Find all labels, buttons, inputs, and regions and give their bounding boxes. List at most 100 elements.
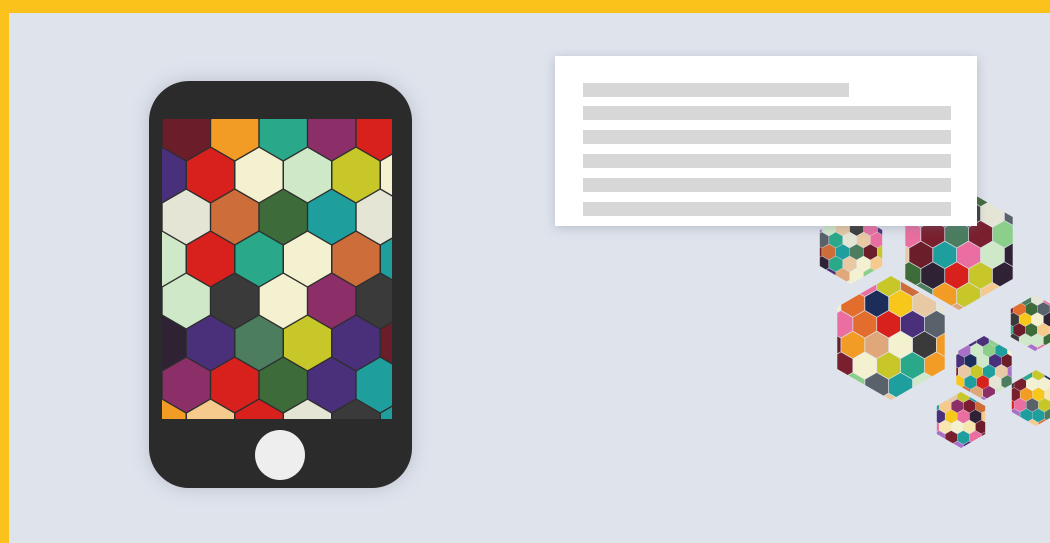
- mosaic-hexagon: [1011, 387, 1020, 402]
- mosaic-hexagon: [958, 343, 971, 358]
- mosaic-hexagon: [951, 420, 964, 434]
- mosaic-hexagon: [980, 282, 1004, 310]
- mosaic-hexagon: [936, 420, 939, 434]
- mosaic-hexagon: [975, 441, 986, 448]
- placeholder-line: [583, 106, 951, 120]
- mosaic-hexagon: [870, 232, 883, 248]
- mosaic-hexagon: [988, 420, 1000, 434]
- mosaic-hexagon: [1011, 398, 1014, 412]
- mosaic-hexagon: [837, 331, 841, 359]
- mosaic-hexagon: [829, 280, 843, 284]
- mosaic-hexagon: [1017, 188, 1040, 206]
- mosaic-hexagon: [841, 331, 865, 359]
- mosaic-hexagon: [945, 303, 969, 310]
- mosaic-hexagon: [829, 256, 843, 272]
- mosaic-hexagon: [1025, 344, 1038, 351]
- mosaic-hexagon: [1014, 398, 1026, 412]
- mosaic-hexagon: [921, 431, 933, 445]
- mosaic-hexagon: [865, 290, 889, 317]
- mosaic-hexagon: [936, 392, 945, 403]
- mosaic-hexagon: [945, 262, 969, 289]
- mosaic-hexagon: [1004, 241, 1013, 269]
- mosaic-hexagon: [822, 268, 836, 284]
- mosaic-hexagon: [983, 386, 995, 400]
- mosaic-hexagon: [809, 256, 815, 272]
- mosaic-hexagon: [968, 303, 993, 310]
- mosaic-hexagon: [1029, 242, 1050, 269]
- mosaic-hexagon: [968, 262, 993, 289]
- mosaic-hexagon: [995, 313, 1007, 327]
- mosaic-hexagon: [819, 268, 822, 284]
- mosaic-hexagon: [905, 262, 921, 289]
- mosaic-hexagon: [957, 241, 981, 269]
- mosaic-hexagon: [983, 322, 995, 336]
- mosaic-hexagon: [1013, 281, 1025, 295]
- mosaic-hexagon: [842, 280, 857, 284]
- yellow-frame: [0, 0, 1050, 543]
- mosaic-hexagon: [970, 364, 983, 379]
- mosaic-hexagon: [877, 310, 901, 338]
- mosaic-hexagon: [891, 244, 905, 260]
- mosaic-hexagon: [1011, 419, 1014, 426]
- mosaic-hexagon: [1031, 295, 1044, 306]
- mosaic-hexagon: [939, 441, 951, 448]
- mosaic-hexagon: [980, 241, 1004, 269]
- mosaic-hexagon: [809, 249, 817, 276]
- mosaic-hexagon: [1010, 302, 1013, 316]
- mosaic-hexagon: [1001, 375, 1012, 390]
- mosaic-hexagon: [1038, 377, 1050, 391]
- mosaic-hexagon: [809, 290, 817, 317]
- mosaic-hexagon: [992, 188, 1013, 207]
- mosaic-hexagon: [837, 290, 841, 317]
- mosaic-hexagon: [889, 372, 913, 400]
- mosaic-hexagon: [853, 352, 877, 379]
- mosaic-hexagon: [924, 352, 945, 379]
- mosaic-hexagon: [1032, 370, 1045, 381]
- mosaic-hexagon: [1010, 333, 1019, 348]
- mosaic-hexagon: [989, 302, 1001, 316]
- mosaic-hexagon: [958, 322, 970, 336]
- mosaic-hexagon: [1001, 396, 1012, 400]
- mosaic-hexagon: [900, 352, 925, 379]
- mosaic-hexagon: [956, 364, 958, 379]
- mosaic-hexagon: [963, 399, 976, 413]
- mosaic-hexagon: [964, 375, 977, 390]
- mosaic-hexagon: [934, 386, 946, 400]
- smartphone-illustration: [149, 81, 412, 488]
- mosaic-hexagon: [936, 441, 939, 448]
- mosaic-hexagon: [1032, 387, 1045, 402]
- mosaic-hexagon: [976, 354, 989, 368]
- mosaic-hexagon: [924, 310, 945, 338]
- mosaic-hexagon: [976, 336, 989, 347]
- mosaic-hexagon: [877, 244, 883, 260]
- placeholder-text-card: [555, 56, 977, 226]
- mosaic-hexagon: [1010, 295, 1019, 306]
- mosaic-hexagon: [1010, 323, 1013, 337]
- mosaic-hexagon: [1019, 312, 1032, 327]
- mosaic-hexagon: [939, 420, 951, 434]
- hexagon-cluster: [809, 188, 1050, 448]
- placeholder-line: [583, 130, 951, 144]
- mosaic-hexagon: [1014, 419, 1026, 426]
- mosaic-hexagon: [945, 392, 958, 403]
- mosaic-hexagon: [912, 372, 936, 400]
- mosaic-hexagon: [915, 441, 927, 448]
- mosaic-hexagon: [951, 399, 964, 413]
- mosaic-hexagon: [1025, 323, 1038, 337]
- mosaic-hexagon: [1019, 295, 1032, 306]
- mosaic-hexagon: [865, 331, 889, 359]
- mosaic-hexagon: [969, 430, 982, 445]
- mosaic-hexagon: [989, 396, 1002, 400]
- mosaic-hexagon: [842, 256, 857, 272]
- mosaic-hexagon: [809, 373, 817, 400]
- mosaic-hexagon: [1038, 419, 1050, 426]
- mosaic-hexagon: [956, 375, 965, 390]
- mosaic-hexagon: [956, 343, 958, 358]
- mosaic-hexagon: [809, 311, 829, 338]
- mosaic-hexagon: [933, 282, 957, 310]
- placeholder-line: [583, 83, 849, 97]
- mosaic-hexagon: [994, 410, 1006, 424]
- mosaic-hexagon: [1031, 312, 1044, 327]
- mosaic-hexagon: [964, 354, 977, 368]
- mosaic-hexagon: [1014, 356, 1026, 370]
